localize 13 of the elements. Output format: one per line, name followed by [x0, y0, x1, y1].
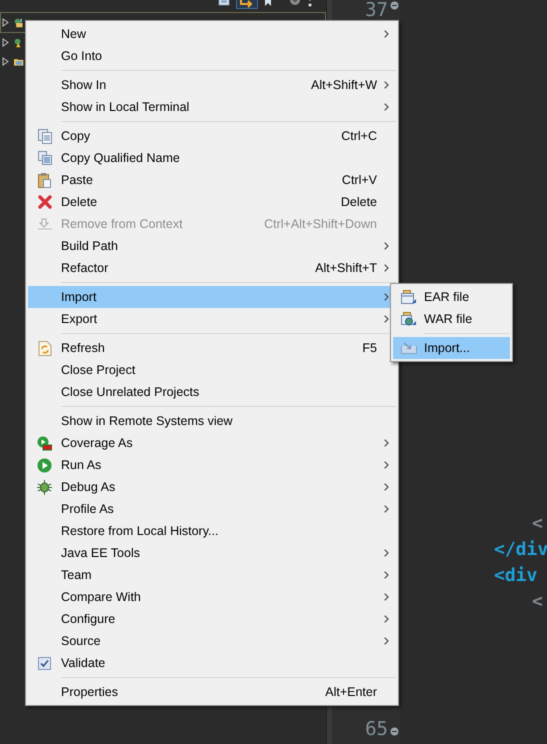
line-number: 37	[365, 0, 388, 22]
shortcut-text: Ctrl+Alt+Shift+Down	[264, 217, 377, 231]
shortcut-text: Delete	[340, 195, 377, 209]
shortcut-text: Ctrl+V	[342, 173, 377, 187]
shortcut-text: Alt+Shift+T	[315, 261, 377, 275]
code-text: <div	[494, 564, 538, 586]
shortcut-text: F5	[362, 341, 377, 355]
shortcut-text: Alt+Shift+W	[311, 78, 377, 92]
code-text: <	[532, 512, 543, 534]
shortcut-text: Ctrl+C	[341, 129, 377, 143]
shortcut-text: Alt+Enter	[325, 685, 377, 699]
code-text: <	[532, 590, 543, 612]
line-number: 65	[365, 717, 388, 741]
